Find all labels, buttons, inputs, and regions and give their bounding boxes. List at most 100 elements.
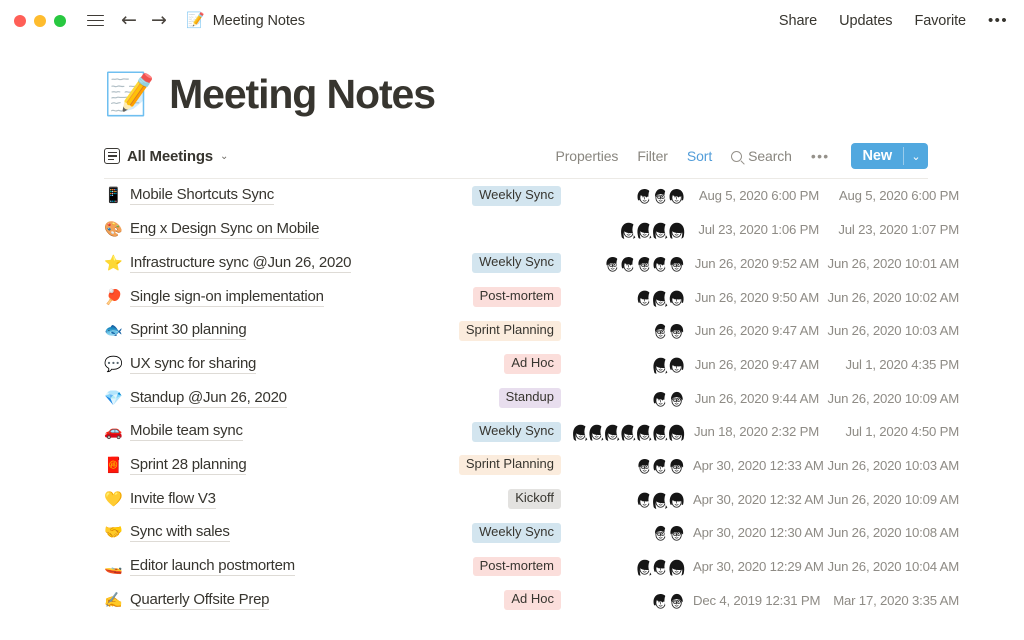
row-edited-date[interactable]: Jun 26, 2020 10:09 AM [819,492,959,507]
table-row[interactable]: 📱Mobile Shortcuts SyncWeekly Sync Aug 5,… [104,179,928,213]
row-people-cell[interactable] [561,522,687,543]
row-tag-cell[interactable]: Weekly Sync [426,422,561,442]
row-title-link[interactable]: Mobile team sync [130,422,243,441]
new-button-chevron-down-icon[interactable]: ⌄ [904,143,928,169]
row-edited-date[interactable]: Mar 17, 2020 3:35 AM [819,593,959,608]
table-row[interactable]: 💛Invite flow V3Kickoff Apr 30, 2020 12:3… [104,482,928,516]
table-row[interactable]: 🏓Single sign-on implementationPost-morte… [104,280,928,314]
row-people-cell[interactable] [561,287,687,308]
row-people-cell[interactable] [561,455,687,476]
row-title-cell[interactable]: 🧧Sprint 28 planning [104,456,426,475]
row-people-cell[interactable] [561,185,687,206]
row-created-date[interactable]: Jun 26, 2020 9:47 AM [687,357,819,372]
forward-button[interactable]: → [146,8,172,34]
row-title-cell[interactable]: 🤝Sync with sales [104,523,426,542]
row-people-cell[interactable] [561,556,687,577]
row-title-cell[interactable]: ⭐Infrastructure sync @Jun 26, 2020 [104,254,426,273]
row-people-cell[interactable] [561,219,687,240]
row-edited-date[interactable]: Jun 26, 2020 10:08 AM [819,525,959,540]
table-row[interactable]: 🤝Sync with salesWeekly Sync Apr 30, 2020… [104,516,928,550]
table-row[interactable]: 🎨Eng x Design Sync on Mobile [104,213,928,247]
row-created-date[interactable]: Aug 5, 2020 6:00 PM [687,188,819,203]
row-edited-date[interactable]: Jun 26, 2020 10:02 AM [819,290,959,305]
row-title-link[interactable]: UX sync for sharing [130,355,256,374]
row-created-date[interactable]: Jun 26, 2020 9:50 AM [687,290,819,305]
breadcrumb[interactable]: 📝 Meeting Notes [186,13,305,29]
back-button[interactable]: ← [116,8,142,34]
row-title-link[interactable]: Sprint 28 planning [130,456,246,475]
row-tag-cell[interactable]: Ad Hoc [426,590,561,610]
search-button[interactable]: Search [731,148,792,164]
row-title-link[interactable]: Quarterly Offsite Prep [130,591,269,610]
new-button[interactable]: New ⌄ [851,143,928,169]
row-created-date[interactable]: Jun 26, 2020 9:52 AM [687,256,819,271]
row-edited-date[interactable]: Jun 26, 2020 10:01 AM [819,256,959,271]
row-edited-date[interactable]: Jun 26, 2020 10:03 AM [819,323,959,338]
row-edited-date[interactable]: Jun 26, 2020 10:09 AM [819,391,959,406]
row-title-cell[interactable]: 🎨Eng x Design Sync on Mobile [104,220,426,239]
minimize-window-button[interactable] [34,15,46,27]
row-title-cell[interactable]: 💎Standup @Jun 26, 2020 [104,389,426,408]
row-tag-cell[interactable]: Weekly Sync [426,186,561,206]
row-people-cell[interactable] [561,421,687,442]
row-tag-cell[interactable]: Weekly Sync [426,253,561,273]
row-created-date[interactable]: Apr 30, 2020 12:30 AM [687,525,819,540]
row-title-cell[interactable]: 💛Invite flow V3 [104,490,426,509]
row-title-cell[interactable]: ✍️Quarterly Offsite Prep [104,591,426,610]
zoom-window-button[interactable] [54,15,66,27]
row-tag-cell[interactable]: Ad Hoc [426,354,561,374]
row-people-cell[interactable] [561,489,687,510]
updates-button[interactable]: Updates [839,13,892,29]
row-title-cell[interactable]: 🐟Sprint 30 planning [104,321,426,340]
row-tag-cell[interactable]: Sprint Planning [426,321,561,341]
share-button[interactable]: Share [779,13,817,29]
row-people-cell[interactable] [561,388,687,409]
row-created-date[interactable]: Apr 30, 2020 12:32 AM [687,492,819,507]
view-tab-all-meetings[interactable]: All Meetings ⌄ [104,148,228,165]
row-tag-cell[interactable]: Sprint Planning [426,455,561,475]
table-row[interactable]: 💎Standup @Jun 26, 2020Standup Jun 26, 20… [104,381,928,415]
row-people-cell[interactable] [561,590,687,611]
table-row[interactable]: 🐟Sprint 30 planningSprint Planning Jun 2… [104,314,928,348]
table-row[interactable]: 💬UX sync for sharingAd Hoc Jun 26, 2020 … [104,348,928,382]
more-options-icon[interactable]: ••• [988,12,1008,29]
filter-button[interactable]: Filter [637,148,668,164]
row-title-link[interactable]: Editor launch postmortem [130,557,295,576]
row-title-link[interactable]: Sprint 30 planning [130,321,246,340]
row-title-cell[interactable]: 🚗Mobile team sync [104,422,426,441]
view-more-icon[interactable]: ••• [811,148,830,164]
row-edited-date[interactable]: Jul 23, 2020 1:07 PM [819,222,959,237]
row-title-link[interactable]: Eng x Design Sync on Mobile [130,220,319,239]
row-title-link[interactable]: Mobile Shortcuts Sync [130,186,274,205]
row-created-date[interactable]: Jun 26, 2020 9:44 AM [687,391,819,406]
table-row[interactable]: 🧧Sprint 28 planningSprint Planning [104,449,928,483]
row-title-link[interactable]: Invite flow V3 [130,490,216,509]
page-memo-icon[interactable]: 📝 [104,74,155,115]
row-tag-cell[interactable]: Post-mortem [426,287,561,307]
close-window-button[interactable] [14,15,26,27]
row-edited-date[interactable]: Jul 1, 2020 4:50 PM [819,424,959,439]
row-title-cell[interactable]: 💬UX sync for sharing [104,355,426,374]
page-title[interactable]: Meeting Notes [169,72,435,117]
row-title-link[interactable]: Infrastructure sync @Jun 26, 2020 [130,254,351,273]
row-created-date[interactable]: Jul 23, 2020 1:06 PM [687,222,819,237]
favorite-button[interactable]: Favorite [914,13,966,29]
table-row[interactable]: 🚗Mobile team syncWeekly Sync [104,415,928,449]
row-title-cell[interactable]: 🚤Editor launch postmortem [104,557,426,576]
row-edited-date[interactable]: Jun 26, 2020 10:03 AM [819,458,959,473]
row-created-date[interactable]: Jun 26, 2020 9:47 AM [687,323,819,338]
row-people-cell[interactable] [561,354,687,375]
row-edited-date[interactable]: Aug 5, 2020 6:00 PM [819,188,959,203]
row-edited-date[interactable]: Jul 1, 2020 4:35 PM [819,357,959,372]
sort-button[interactable]: Sort [687,148,712,164]
row-tag-cell[interactable]: Standup [426,388,561,408]
table-row[interactable]: ⭐Infrastructure sync @Jun 26, 2020Weekly… [104,246,928,280]
row-people-cell[interactable] [561,320,687,341]
row-created-date[interactable]: Apr 30, 2020 12:29 AM [687,559,819,574]
row-title-link[interactable]: Single sign-on implementation [130,288,324,307]
row-title-cell[interactable]: 📱Mobile Shortcuts Sync [104,186,426,205]
row-tag-cell[interactable]: Kickoff [426,489,561,509]
row-tag-cell[interactable]: Weekly Sync [426,523,561,543]
table-row[interactable]: ✍️Quarterly Offsite PrepAd Hoc Dec 4, 20… [104,583,928,617]
sidebar-toggle-button[interactable] [82,8,108,34]
